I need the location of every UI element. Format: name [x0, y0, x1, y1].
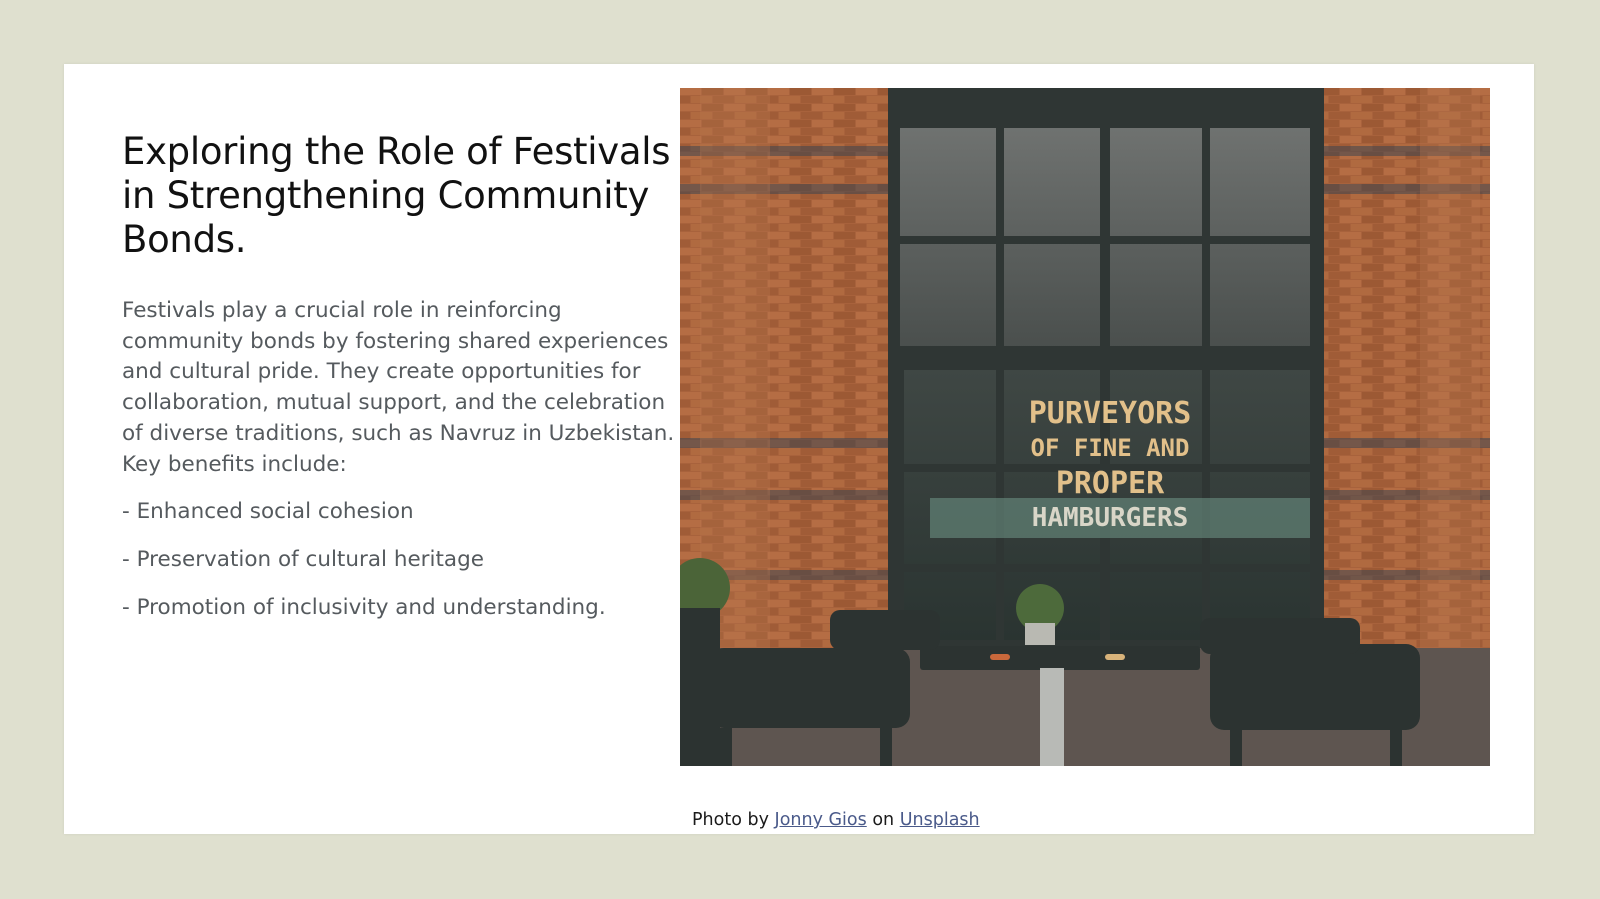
- bullet-social-cohesion: - Enhanced social cohesion: [122, 499, 414, 525]
- sign-line-4: HAMBURGERS: [1032, 503, 1189, 533]
- sign-line-1: PURVEYORS: [1029, 396, 1192, 431]
- presentation-canvas: Exploring the Role of Festivals in Stren…: [0, 0, 1600, 899]
- sign-line-2: OF FINE AND: [1031, 434, 1190, 462]
- restaurant-photo: PURVEYORS OF FINE AND PROPER HAMBURGERS: [680, 88, 1490, 766]
- slide-body: Festivals play a crucial role in reinfor…: [122, 296, 682, 640]
- credit-prefix: Photo by: [692, 810, 769, 830]
- restaurant-photo-illustration: PURVEYORS OF FINE AND PROPER HAMBURGERS: [680, 88, 1490, 766]
- photographer-link[interactable]: Jonny Gios: [775, 810, 867, 830]
- photo-credit: Photo by Jonny Gios on Unsplash: [692, 810, 980, 830]
- bullet-cultural-heritage: - Preservation of cultural heritage: [122, 546, 484, 572]
- slide-title: Exploring the Role of Festivals in Stren…: [122, 130, 671, 261]
- sign-line-3: PROPER: [1056, 466, 1165, 501]
- credit-middle: on: [872, 810, 895, 830]
- slide: Exploring the Role of Festivals in Stren…: [64, 64, 1534, 834]
- unsplash-link[interactable]: Unsplash: [900, 810, 980, 830]
- bullet-inclusivity: - Promotion of inclusivity and understan…: [122, 594, 606, 620]
- body-paragraph: Festivals play a crucial role in reinfor…: [122, 298, 675, 477]
